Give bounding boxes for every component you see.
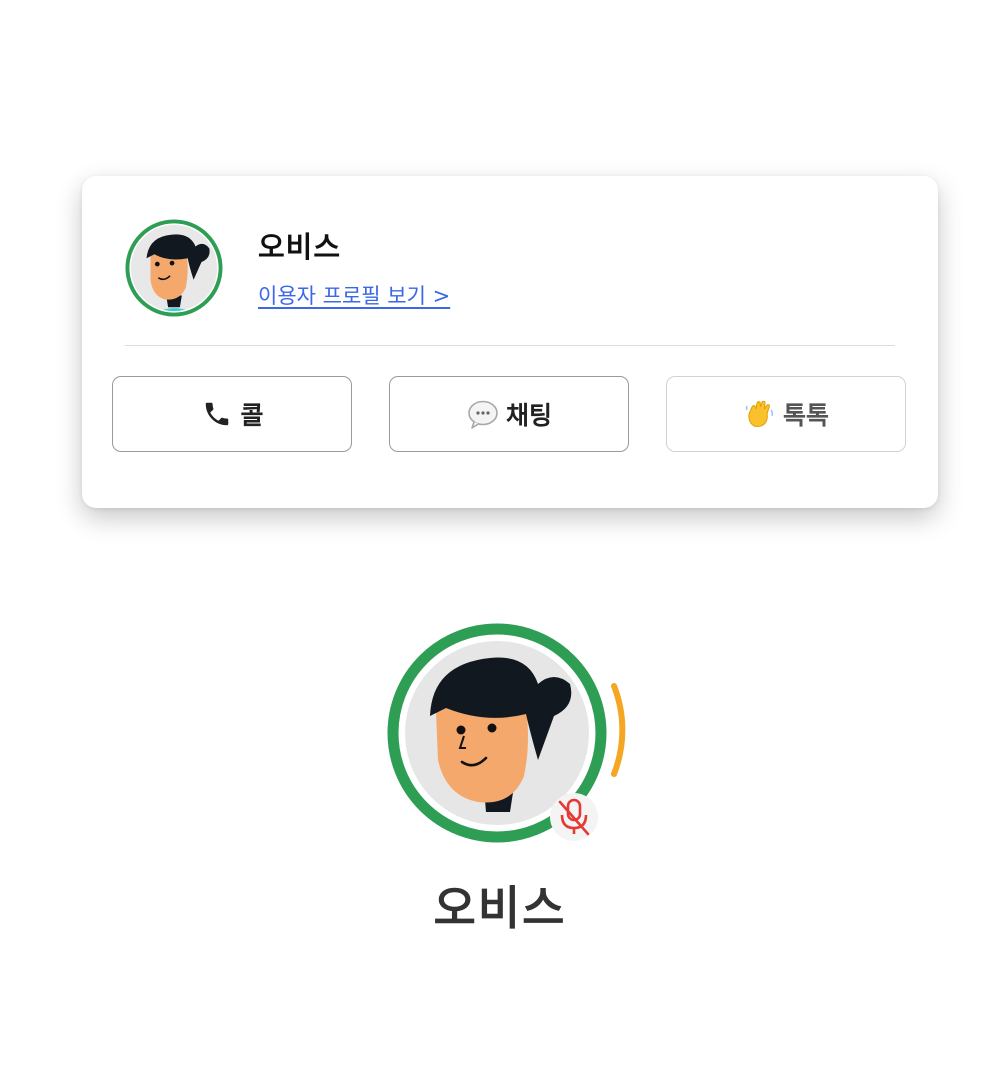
divider <box>125 345 895 346</box>
participant-name: 오비스 <box>433 881 567 935</box>
waving-hand-icon <box>743 397 777 431</box>
call-screen: 오비스 이용자 프로필 보기 > 콜 채팅 톡톡 오비스 <box>0 0 1000 1080</box>
audio-level-indicator <box>611 683 626 777</box>
poke-button-label: 톡톡 <box>782 401 829 430</box>
chat-button[interactable]: 채팅 <box>389 376 629 452</box>
participant-tile[interactable] <box>386 620 636 850</box>
call-button-label: 콜 <box>240 401 264 430</box>
chat-bubble-icon <box>466 397 500 431</box>
user-popover-card: 오비스 이용자 프로필 보기 > 콜 채팅 톡톡 <box>82 176 938 508</box>
card-user-name: 오비스 <box>258 230 342 264</box>
view-profile-link[interactable]: 이용자 프로필 보기 > <box>258 280 450 310</box>
avatar-illustration <box>125 219 223 317</box>
card-avatar[interactable] <box>125 219 223 317</box>
participant-avatar <box>387 623 626 843</box>
chat-button-label: 채팅 <box>505 401 552 430</box>
phone-icon <box>200 397 234 431</box>
call-button[interactable]: 콜 <box>112 376 352 452</box>
muted-mic-icon <box>550 793 598 841</box>
poke-button[interactable]: 톡톡 <box>666 376 906 452</box>
